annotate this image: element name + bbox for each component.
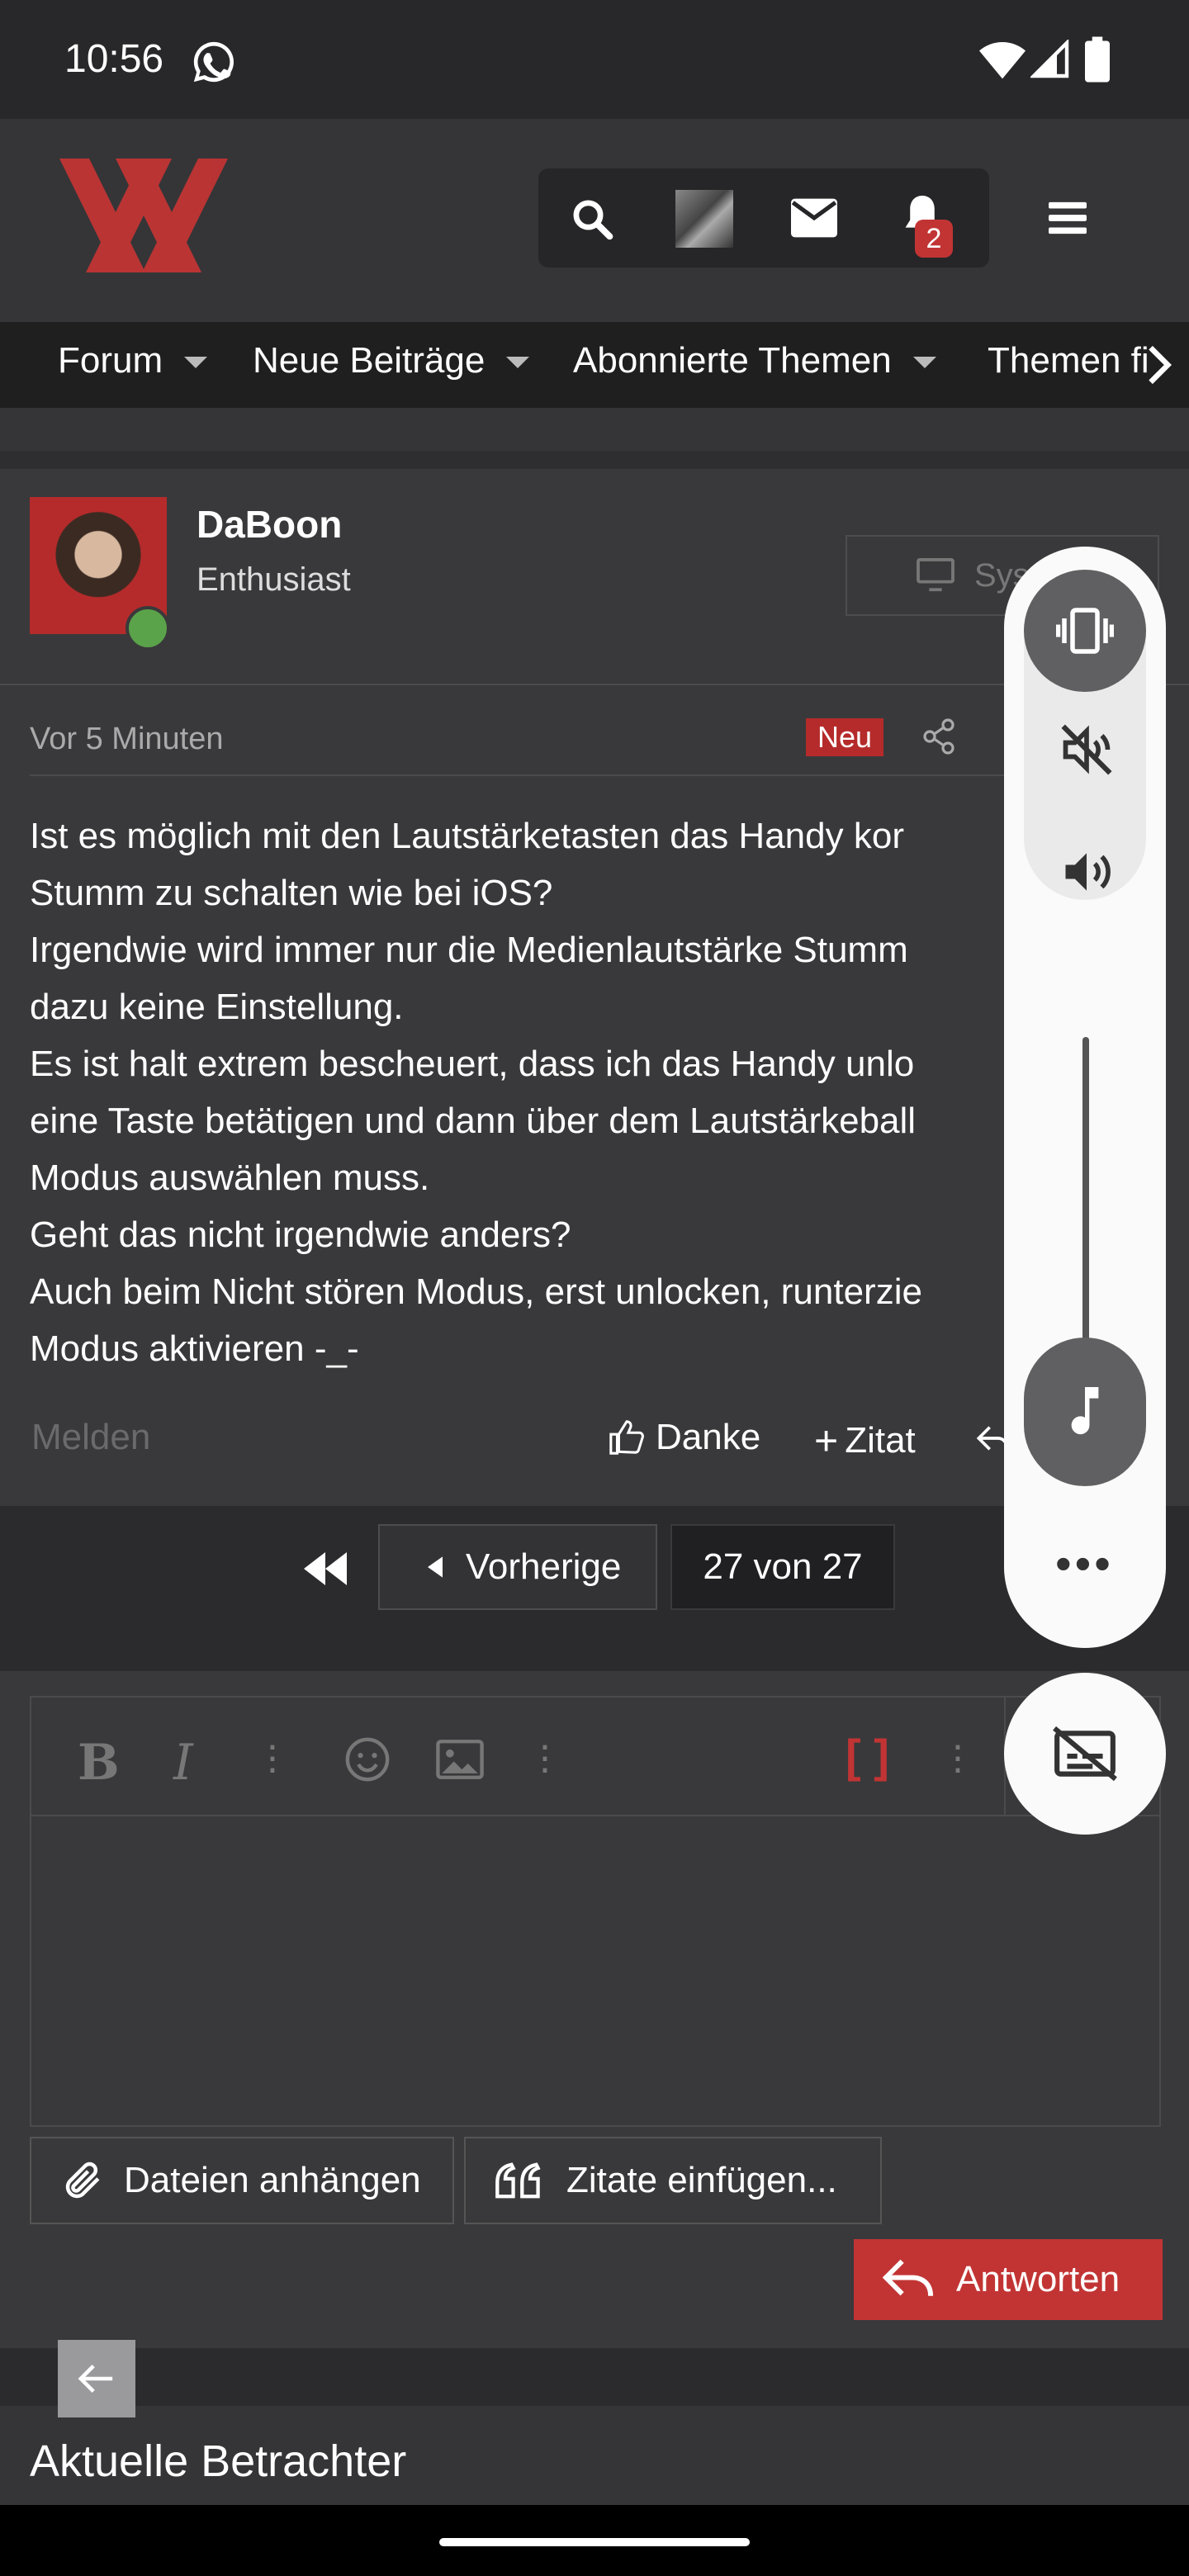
more-vertical-icon[interactable]: · · · xyxy=(950,1724,966,1788)
post-time: Vor 5 Minuten xyxy=(30,722,224,756)
author-name[interactable]: DaBoon xyxy=(197,502,342,547)
site-logo[interactable] xyxy=(59,159,228,272)
emoji-icon[interactable] xyxy=(343,1735,391,1783)
bold-icon[interactable]: B xyxy=(78,1734,120,1792)
battery-icon xyxy=(1085,36,1110,83)
editor-box: B I · · · · · · [ ] · · · xyxy=(30,1696,1161,2127)
volume-slider-track[interactable] xyxy=(1082,1037,1089,1367)
search-icon[interactable] xyxy=(570,197,614,241)
status-time: 10:56 xyxy=(64,37,164,81)
post-line: Ist es möglich mit den Lautstärketasten … xyxy=(30,816,904,856)
current-viewers-section: Aktuelle Betrachter xyxy=(0,2406,1189,2505)
share-icon[interactable] xyxy=(923,718,956,755)
nav-label: Themen fi xyxy=(988,340,1149,381)
editor-text-area[interactable] xyxy=(31,1815,1159,2125)
italic-icon[interactable]: I xyxy=(173,1734,193,1792)
previous-label: Vorherige xyxy=(466,1546,622,1587)
monitor-icon xyxy=(917,558,955,592)
first-page-icon[interactable] xyxy=(304,1552,347,1585)
nav-item-new-posts[interactable]: Neue Beiträge xyxy=(253,340,530,381)
report-link[interactable]: Melden xyxy=(31,1417,150,1458)
chevron-left-icon xyxy=(428,1556,443,1578)
insert-quotes-label: Zitate einfügen... xyxy=(566,2160,837,2200)
live-caption-button[interactable] xyxy=(1004,1673,1166,1835)
music-note-icon xyxy=(1071,1387,1099,1435)
previous-button[interactable]: Vorherige xyxy=(378,1524,657,1610)
notification-badge: 2 xyxy=(915,220,953,258)
volume-icon[interactable] xyxy=(1059,844,1115,900)
post-line: Modus aktivieren -_- xyxy=(30,1328,359,1369)
post-body: Ist es möglich mit den Lautstärketasten … xyxy=(30,807,1004,1377)
vibrate-mode-button[interactable] xyxy=(1024,570,1146,692)
post-line: dazu keine Einstellung. xyxy=(30,987,404,1027)
author-role: Enthusiast xyxy=(197,561,351,598)
hamburger-menu-icon[interactable] xyxy=(1049,201,1087,234)
post-line: Irgendwie wird immer nur die Medienlauts… xyxy=(30,930,908,970)
fullscreen-icon[interactable]: [ ] xyxy=(846,1729,889,1783)
post-line: Es ist halt extrem bescheuert, dass ich … xyxy=(30,1044,915,1084)
signal-icon xyxy=(1030,40,1069,78)
post-line: Modus auswählen muss. xyxy=(30,1158,430,1198)
mail-icon[interactable] xyxy=(791,198,837,238)
user-avatar-small[interactable] xyxy=(675,190,733,248)
site-header: 2 xyxy=(0,119,1189,322)
paperclip-icon xyxy=(65,2162,100,2199)
nav-item-forum[interactable]: Forum xyxy=(58,340,208,381)
quote-label: Zitat xyxy=(845,1420,916,1461)
section-gap xyxy=(0,2348,1189,2406)
attach-files-label: Dateien anhängen xyxy=(124,2160,421,2200)
whatsapp-icon xyxy=(193,41,234,83)
chevron-down-icon xyxy=(184,357,208,369)
reply-icon xyxy=(882,2259,934,2296)
page-info[interactable]: 27 von 27 xyxy=(670,1524,895,1610)
nav-label: Abonnierte Themen xyxy=(573,340,892,381)
wifi-icon xyxy=(979,42,1026,79)
more-vertical-icon[interactable]: · · · xyxy=(264,1724,281,1788)
home-gesture-pill[interactable] xyxy=(439,2538,750,2546)
post-line: Auch beim Nicht stören Modus, erst unloc… xyxy=(30,1271,922,1312)
chevron-down-icon xyxy=(506,357,530,369)
header-toolbar: 2 xyxy=(538,168,989,268)
editor-toolbar: B I · · · · · · [ ] · · · xyxy=(31,1698,1159,1816)
reply-label: Antworten xyxy=(956,2259,1120,2299)
more-vertical-icon[interactable]: · · · xyxy=(537,1724,553,1788)
volume-slider-thumb[interactable] xyxy=(1024,1338,1146,1486)
nav-label: Forum xyxy=(58,340,163,381)
insert-quotes-button[interactable]: Zitate einfügen... xyxy=(464,2137,882,2224)
vibrate-icon xyxy=(1056,608,1114,654)
back-button[interactable] xyxy=(58,2340,135,2417)
nav-item-subscribed[interactable]: Abonnierte Themen xyxy=(573,340,936,381)
caption-off-icon xyxy=(1053,1726,1117,1782)
post-line: Stumm zu schalten wie bei iOS? xyxy=(30,873,553,913)
thumbs-up-icon xyxy=(609,1420,644,1455)
divider xyxy=(30,774,1004,776)
post-line: eine Taste betätigen und dann über dem L… xyxy=(30,1101,917,1141)
thanks-label: Danke xyxy=(656,1417,761,1457)
nav-label: Neue Beiträge xyxy=(253,340,486,381)
new-badge: Neu xyxy=(806,718,884,756)
nav-item-themes[interactable]: Themen fi xyxy=(988,340,1149,381)
chevron-right-icon[interactable] xyxy=(1143,343,1176,386)
reply-button[interactable]: Antworten xyxy=(854,2239,1163,2320)
more-settings-icon[interactable]: ••• xyxy=(1055,1541,1114,1587)
breadcrumb-strip xyxy=(0,408,1189,451)
current-viewers-title: Aktuelle Betrachter xyxy=(30,2436,407,2486)
mute-icon[interactable] xyxy=(1059,722,1115,778)
thanks-button[interactable]: Danke xyxy=(608,1417,760,1458)
online-status-icon xyxy=(126,606,170,651)
chevron-down-icon xyxy=(912,357,936,369)
status-bar: 10:56 xyxy=(0,0,1189,119)
post-line: Geht das nicht irgendwie anders? xyxy=(30,1215,571,1255)
attach-files-button[interactable]: Dateien anhängen xyxy=(30,2137,454,2224)
quote-button[interactable]: + Zitat xyxy=(814,1417,916,1465)
plus-icon: + xyxy=(814,1418,839,1464)
image-icon[interactable] xyxy=(436,1739,484,1780)
arrow-left-icon xyxy=(78,2365,113,2393)
volume-panel: ••• xyxy=(1004,547,1166,1648)
quote-icon xyxy=(495,2162,541,2199)
nav-bar: Forum Neue Beiträge Abonnierte Themen Th… xyxy=(0,322,1189,408)
